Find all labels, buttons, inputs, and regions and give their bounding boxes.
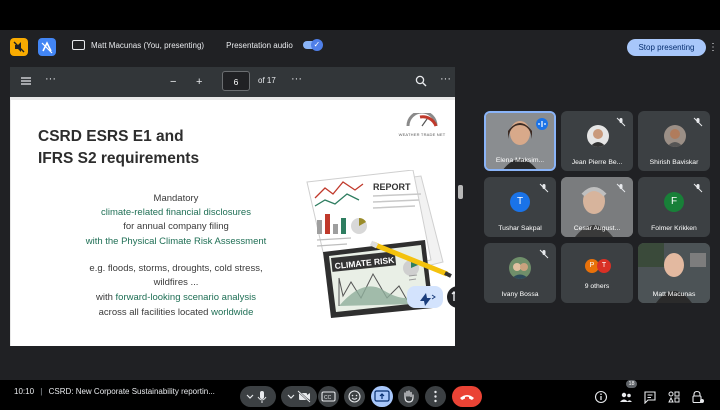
report-label: REPORT [373, 182, 411, 192]
scenario-prefix: with [95, 292, 113, 303]
participant-tile-matt[interactable]: Matt Macunas [638, 243, 710, 303]
check-icon: ✓ [310, 39, 323, 51]
slide-title-line2: IFRS S2 requirements [38, 150, 200, 167]
menu-icon[interactable] [20, 75, 32, 91]
participant-tile-shirish[interactable]: Shirish Baviskar [638, 111, 710, 171]
svg-text:CC: CC [324, 395, 332, 401]
slide-text-wildfires: wildfires ... [153, 277, 199, 288]
pdf-toolbar: ··· − + 6 of 17 ··· ··· [10, 67, 463, 97]
meet-window: Matt Macunas (You, presenting) Presentat… [0, 30, 720, 407]
participant-name: Tushar Sakpal [498, 225, 542, 232]
more-options-icon[interactable]: ··· [291, 72, 302, 86]
presenting-text: Matt Macunas (You, presenting) [91, 40, 205, 50]
more-vert-icon[interactable]: ··· [440, 72, 451, 86]
info-icon[interactable] [594, 390, 608, 404]
activities-icon[interactable] [667, 390, 681, 404]
page-number-input[interactable]: 6 [222, 71, 250, 91]
slide-page: CSRD ESRS E1 and IFRS S2 requirements WE… [11, 100, 461, 346]
participant-name: Shirish Baviskar [649, 159, 699, 166]
speaking-indicator-icon [536, 118, 548, 130]
presenting-info: Matt Macunas (You, presenting) Presentat… [72, 39, 323, 51]
participant-tile-cesar[interactable]: Cesar August... [561, 177, 633, 237]
avatar: T [510, 192, 530, 212]
avatar: F [664, 192, 684, 212]
people-icon[interactable] [619, 390, 633, 404]
mic-off-icon [538, 248, 550, 260]
people-count-badge: 18 [626, 380, 637, 388]
audio-off-icon[interactable] [10, 38, 28, 56]
more-horiz-icon[interactable]: ··· [45, 72, 56, 86]
weather-trade-net-logo: WEATHER TRADE NET [396, 110, 448, 137]
participant-name: Elena Maksim... [495, 157, 545, 164]
scenario-highlight: forward-looking scenario analysis [115, 292, 256, 303]
participant-name: Ivany Bossa [501, 291, 539, 298]
participant-tile-elena[interactable]: Elena Maksim... [484, 111, 556, 171]
presentation-audio-label: Presentation audio [226, 40, 293, 50]
avatar [509, 257, 531, 279]
divider: | [40, 387, 43, 396]
slide-title: CSRD ESRS E1 and IFRS S2 requirements [38, 126, 199, 170]
page-count: of 17 [258, 76, 276, 85]
zoom-out-icon[interactable]: − [170, 75, 176, 89]
slide-title-line1: CSRD ESRS E1 and [38, 128, 184, 145]
facilities-prefix: across all facilities located [98, 307, 209, 318]
present-screen-icon [72, 40, 85, 50]
mic-off-icon [538, 182, 550, 194]
slide-text-assessment: with the Physical Climate Risk Assessmen… [85, 236, 267, 247]
logo-text: WEATHER TRADE NET [398, 132, 446, 137]
participant-tile-ivany[interactable]: Ivany Bossa [484, 243, 556, 303]
mic-off-icon [615, 116, 627, 128]
slide-text-facilities: across all facilities located worldwide [31, 306, 321, 320]
more-vert-icon[interactable]: ⋮ [708, 40, 718, 54]
clock-time: 10:10 [14, 387, 35, 396]
mic-off-icon [615, 182, 627, 194]
slide-text-scenario: with forward-looking scenario analysis [31, 291, 321, 305]
avatar [587, 125, 609, 147]
participant-tile-tushar[interactable]: T Tushar Sakpal [484, 177, 556, 237]
participant-name: Matt Macunas [652, 291, 696, 298]
participant-name: 9 others [584, 283, 610, 290]
viewer-scrollbar[interactable] [455, 67, 465, 346]
pointer-button[interactable] [407, 286, 443, 308]
participant-tile-jean-pierre[interactable]: Jean Pierre Be... [561, 111, 633, 171]
mic-off-icon [692, 182, 704, 194]
participant-name: Jean Pierre Be... [571, 159, 623, 166]
facilities-highlight: worldwide [211, 307, 254, 318]
participant-name: Folmer Krikken [651, 225, 697, 232]
participant-tile-others[interactable]: P T 9 others [561, 243, 633, 303]
avatar: T [597, 259, 611, 273]
companion-icon[interactable] [38, 38, 56, 56]
stop-presenting-button[interactable]: Stop presenting [627, 39, 706, 56]
participant-name: Cesar August... [573, 225, 621, 232]
slide-text-hazards: e.g. floods, storms, droughts, cold stre… [89, 263, 263, 274]
avatar [664, 125, 686, 147]
search-icon[interactable] [415, 75, 427, 91]
presentation-audio-toggle[interactable]: ✓ [302, 39, 323, 51]
slide-text-mandatory: Mandatory [153, 193, 199, 204]
mic-off-icon [692, 116, 704, 128]
host-controls-icon[interactable] [691, 390, 705, 404]
presenting-bar: Matt Macunas (You, presenting) Presentat… [0, 30, 720, 62]
meeting-title: CSRD: New Corporate Sustainability repor… [48, 387, 215, 396]
scroll-thumb[interactable] [458, 185, 463, 199]
slide-text-disclosures: climate-related financial disclosures [101, 207, 251, 218]
participant-tile-folmer[interactable]: F Folmer Krikken [638, 177, 710, 237]
pdf-viewer: ··· − + 6 of 17 ··· ··· CSRD ESRS E1 and… [10, 67, 463, 346]
slide-text-filing: for annual company filing [123, 221, 229, 232]
zoom-in-icon[interactable]: + [196, 75, 202, 89]
chat-icon[interactable] [643, 390, 657, 405]
meeting-info: 10:10 | CSRD: New Corporate Sustainabili… [14, 387, 215, 396]
